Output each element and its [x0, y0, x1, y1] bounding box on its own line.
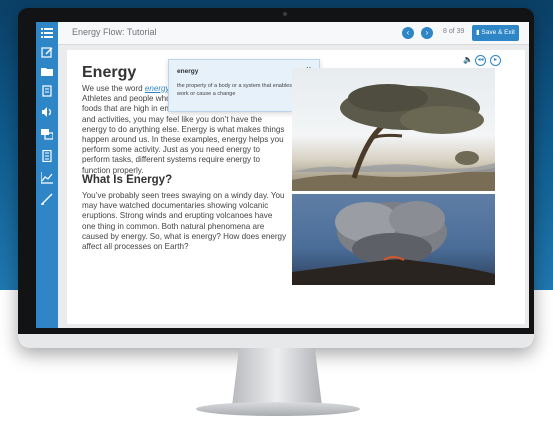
- section-heading: What Is Energy?: [82, 174, 173, 186]
- chevron-left-icon[interactable]: ‹: [402, 27, 414, 39]
- monitor-chin: [18, 334, 534, 348]
- page-of: of: [448, 28, 455, 35]
- page-heading: Energy: [82, 64, 137, 81]
- menu-icon[interactable]: [40, 27, 54, 41]
- section-paragraph: You’ve probably seen trees swaying on a …: [82, 191, 287, 252]
- windswept-tree-image: [292, 68, 495, 191]
- top-bar: Energy Flow: Tutorial ‹ › 8 of 39 ▮ Save…: [58, 22, 529, 45]
- speaker-icon[interactable]: 🔈: [463, 55, 473, 64]
- tooltip-title: energy: [177, 68, 199, 75]
- page-current: 8: [443, 28, 447, 35]
- save-exit-label: Save & Exit: [481, 29, 515, 36]
- save-exit-button[interactable]: ▮ Save & Exit: [472, 25, 519, 41]
- audio-icon[interactable]: [40, 106, 54, 120]
- page-indicator: 8 of 39: [443, 28, 464, 35]
- pen-icon[interactable]: [40, 193, 54, 207]
- monitor-stand-neck: [232, 348, 322, 406]
- chevron-right-icon[interactable]: ›: [421, 27, 433, 39]
- monitor-stand-base: [196, 402, 360, 416]
- rewind-icon[interactable]: ◂◂: [475, 55, 486, 66]
- document-icon[interactable]: [40, 149, 54, 164]
- intro-text-start: We use the word: [82, 84, 145, 93]
- notebook-icon[interactable]: [40, 85, 54, 99]
- glossary-term-energy[interactable]: energy: [145, 84, 170, 93]
- screen: Energy Flow: Tutorial ‹ › 8 of 39 ▮ Save…: [36, 22, 529, 328]
- play-icon[interactable]: ▸: [490, 55, 501, 66]
- chart-icon[interactable]: [40, 172, 54, 186]
- volcano-eruption-image: [292, 194, 495, 285]
- page-total: 39: [456, 28, 465, 35]
- sidebar: [36, 22, 58, 328]
- camera-dot: [283, 12, 287, 16]
- content-card: 🔈 ◂◂ ▸ Energy We use the word energy Ath…: [67, 50, 525, 324]
- app-title: Energy Flow: Tutorial: [72, 27, 157, 37]
- save-icon: ▮: [476, 29, 480, 36]
- intro-rest: and activities, you may feel like you do…: [82, 114, 285, 175]
- folder-icon[interactable]: [40, 65, 54, 79]
- chat-icon[interactable]: [40, 128, 54, 142]
- edit-icon[interactable]: [40, 46, 54, 60]
